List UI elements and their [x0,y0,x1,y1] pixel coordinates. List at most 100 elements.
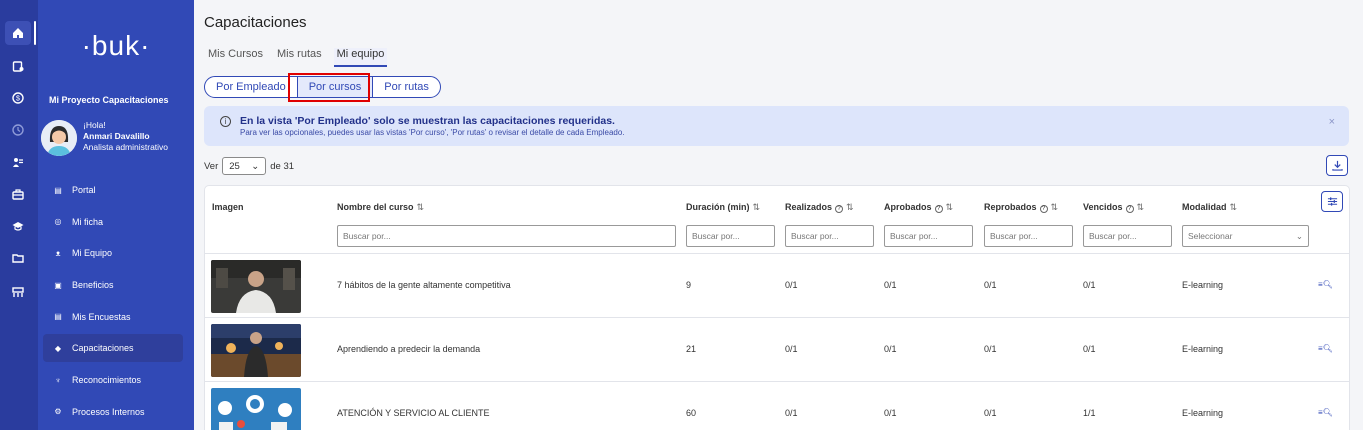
courses-table: Imagen Nombre del curso ⇅ Duración (min) ⇅… [204,185,1350,430]
col-vencidos-label: Vencidos [1083,202,1123,212]
project-name: Mi Proyecto Capacitaciones [49,95,169,105]
help-icon[interactable]: ? [934,205,943,213]
sidebar-item-capacitaciones[interactable]: ◆ Capacitaciones [43,334,183,363]
money-icon[interactable]: $ [5,86,31,110]
portal-icon: ▤ [54,185,62,195]
team-icon: ᴥ [55,248,61,258]
sort-icon[interactable]: ⇅ [1137,202,1145,212]
sidebar-item-beneficios[interactable]: ▣ Beneficios [43,271,183,299]
col-aprobados-label: Aprobados [884,202,932,212]
sidebar-item-label: Beneficios [72,280,114,291]
view-detail-icon[interactable]: ≡🔍︎ [1318,280,1333,289]
home-icon[interactable] [5,21,36,45]
page-size-select[interactable]: 25 ⌄ [222,157,267,175]
col-vencidos[interactable]: Vencidos? ⇅ [1083,202,1144,213]
filter-realizados-input[interactable]: Buscar por... [785,225,874,247]
profile-icon: ◎ [54,217,62,227]
filter-modalidad-value: Seleccionar [1188,231,1233,241]
sidebar-menu: ▤ Portal ◎ Mi ficha ᴥ Mi Equipo ▣ Beneficios… [43,176,183,430]
sidebar-item-mi-equipo[interactable]: ᴥ Mi Equipo [43,239,183,267]
page-size-value: 25 [229,160,240,172]
benefits-icon: ▣ [54,280,62,290]
filter-nombre-input[interactable]: Buscar por... [337,225,676,247]
grid-icon[interactable] [5,280,31,304]
sidebar-item-portal[interactable]: ▤ Portal [43,176,183,204]
tab-mi-equipo[interactable]: Mi equipo [333,48,388,67]
help-icon[interactable]: ? [1125,205,1134,213]
sort-icon[interactable]: ⇅ [846,202,854,212]
reprobados-value: 0/1 [984,344,997,354]
download-button[interactable] [1326,155,1348,176]
realizados-value: 0/1 [785,408,798,418]
alert-subtitle: Para ver las opcionales, puedes usar las… [240,128,625,137]
sidebar-item-procesos-internos[interactable]: ⚙ Procesos Internos [43,398,183,426]
aprobados-value: 0/1 [884,408,897,418]
course-thumbnail [211,260,301,313]
view-detail-icon[interactable]: ≡🔍︎ [1318,408,1333,417]
filter-vencidos-input[interactable]: Buscar por... [1083,225,1172,247]
buk-logo[interactable]: ·buk· [38,30,194,62]
sidebar-item-label: Mi ficha [72,216,104,227]
info-alert: i En la vista 'Por Empleado' solo se mue… [204,106,1349,146]
duracion-value: 9 [686,280,692,290]
filter-reprobados-input[interactable]: Buscar por... [984,225,1073,247]
tab-mis-rutas[interactable]: Mis rutas [275,48,324,67]
col-nombre[interactable]: Nombre del curso ⇅ [337,202,424,213]
help-icon[interactable]: ? [1039,205,1048,213]
page-size-control: Ver 25 ⌄ de 31 [204,157,294,175]
sort-icon[interactable]: ⇅ [1230,202,1238,212]
sidebar-item-label: Mi Equipo [72,248,113,259]
col-duracion-label: Duración (min) [686,202,750,212]
reprobados-value: 0/1 [984,408,997,418]
col-modalidad-label: Modalidad [1182,202,1227,212]
col-reprobados-label: Reprobados [984,202,1037,212]
chevron-down-icon: ⌄ [1295,230,1303,241]
column-settings-button[interactable] [1321,191,1343,212]
table-row[interactable]: ATENCIÓN Y SERVICIO AL CLIENTE 60 0/1 0/… [205,382,1349,430]
table-header: Imagen Nombre del curso ⇅ Duración (min) ⇅… [205,186,1349,254]
view-por-empleado-button[interactable]: Por Empleado [204,76,298,98]
sort-icon[interactable]: ⇅ [417,202,425,212]
clock-icon[interactable] [5,118,31,142]
tab-mis-cursos[interactable]: Mis Cursos [206,48,265,67]
realizados-value: 0/1 [785,280,798,290]
course-name: 7 hábitos de la gente altamente competit… [337,280,511,290]
survey-icon: ▤ [54,312,62,322]
filter-modalidad-select[interactable]: Seleccionar ⌄ [1182,225,1309,247]
user-profile[interactable]: ¡Hola! Anmari Davalillo Analista adminis… [41,120,168,156]
folder-icon[interactable] [5,246,31,270]
table-row[interactable]: 7 hábitos de la gente altamente competit… [205,254,1349,318]
col-duracion[interactable]: Duración (min) ⇅ [686,202,760,213]
avatar [41,120,77,156]
pager-prefix: Ver [204,160,219,172]
col-reprobados[interactable]: Reprobados? ⇅ [984,202,1058,213]
sidebar-item-mis-encuestas[interactable]: ▤ Mis Encuestas [43,303,183,331]
col-aprobados[interactable]: Aprobados? ⇅ [884,202,953,213]
sort-icon[interactable]: ⇅ [946,202,954,212]
people-icon[interactable] [5,150,31,174]
modalidad-value: E-learning [1182,408,1224,418]
col-modalidad[interactable]: Modalidad ⇅ [1182,202,1237,213]
filter-aprobados-input[interactable]: Buscar por... [884,225,973,247]
col-realizados[interactable]: Realizados? ⇅ [785,202,854,213]
filter-duracion-input[interactable]: Buscar por... [686,225,775,247]
user-role: Analista administrativo [83,142,169,152]
info-icon: i [220,116,231,127]
download-icon [1331,160,1343,171]
sidebar-item-label: Mis Encuestas [72,311,131,322]
sidebar-item-label: Portal [72,185,96,195]
close-icon[interactable]: × [1329,116,1335,128]
sort-icon[interactable]: ⇅ [1051,202,1059,212]
view-por-rutas-button[interactable]: Por rutas [372,76,441,98]
table-row[interactable]: Aprendiendo a predecir la demanda 21 0/1… [205,318,1349,382]
duracion-value: 60 [686,408,697,418]
graduation-icon[interactable] [5,214,31,238]
briefcase-icon[interactable] [5,182,31,206]
sidebar-item-reconocimientos[interactable]: ♆ Reconocimientos [43,366,183,394]
view-detail-icon[interactable]: ≡🔍︎ [1318,344,1333,353]
help-icon[interactable]: ? [835,205,844,213]
sort-icon[interactable]: ⇅ [753,202,761,212]
sliders-icon [1327,197,1337,206]
courses-icon[interactable] [5,54,31,78]
sidebar-item-mi-ficha[interactable]: ◎ Mi ficha [43,208,183,236]
